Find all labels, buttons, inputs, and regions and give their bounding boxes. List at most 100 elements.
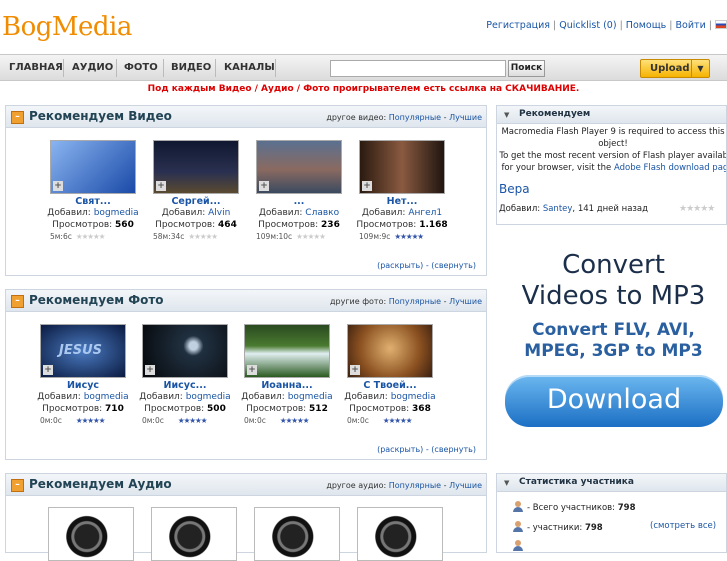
- added-by-label: Добавил:: [139, 392, 183, 402]
- photo-thumbnail[interactable]: +: [142, 324, 228, 378]
- side-item-title[interactable]: Вера: [499, 182, 530, 196]
- see-all-link[interactable]: (смотреть все): [650, 521, 716, 531]
- add-icon[interactable]: +: [247, 365, 257, 375]
- user-link[interactable]: bogmedia: [186, 392, 231, 402]
- upload-button[interactable]: Upload ▼: [640, 59, 710, 78]
- duration: 0м:0с: [244, 416, 266, 425]
- video-title[interactable]: Свят...: [43, 196, 143, 207]
- video-thumbnail[interactable]: +: [359, 140, 445, 194]
- help-link[interactable]: Помощь: [626, 20, 666, 31]
- collapse-icon[interactable]: –: [11, 479, 24, 492]
- search-input[interactable]: [330, 60, 506, 77]
- video-title[interactable]: ...: [249, 196, 349, 207]
- video-card: + Нет... Добавил: Ангел1 Просмотров: 1.1…: [352, 140, 452, 242]
- user-link[interactable]: Alvin: [208, 208, 230, 218]
- main-nav: ГЛАВНАЯ АУДИО ФОТО ВИДЕО КАНАЛЫ Поиск Up…: [0, 54, 727, 81]
- video-card: + ... Добавил: Славко Просмотров: 236 10…: [249, 140, 349, 242]
- speaker-icon[interactable]: [254, 507, 340, 561]
- speaker-icon[interactable]: [357, 507, 443, 561]
- rating-stars: ★★★★★: [177, 416, 208, 425]
- time-ago: , 141 дней назад: [572, 204, 649, 214]
- nav-item-photo[interactable]: ФОТО: [124, 55, 158, 82]
- add-icon[interactable]: +: [350, 365, 360, 375]
- views-count: 368: [412, 404, 431, 414]
- add-icon[interactable]: +: [156, 181, 166, 191]
- added-by-label: Добавил:: [361, 208, 406, 218]
- collapse-link[interactable]: (свернуть): [431, 261, 476, 270]
- separator: -: [441, 113, 450, 122]
- search-button[interactable]: Поиск: [508, 60, 545, 77]
- nav-item-home[interactable]: ГЛАВНАЯ: [9, 55, 63, 82]
- user-link[interactable]: bogmedia: [288, 392, 333, 402]
- expand-link[interactable]: (раскрыть): [377, 445, 423, 454]
- register-link[interactable]: Регистрация: [486, 20, 550, 31]
- panel-toggle: (раскрыть) - (свернуть): [377, 445, 476, 454]
- collapse-icon[interactable]: –: [11, 295, 24, 308]
- best-link[interactable]: Лучшие: [449, 113, 482, 122]
- ad-headline: Videos to MP3: [521, 281, 706, 311]
- quicklist-link[interactable]: Quicklist (0): [559, 20, 616, 31]
- photo-title[interactable]: Иисус...: [135, 380, 235, 391]
- russian-flag-icon[interactable]: [715, 20, 727, 29]
- rating-stars: ★★★★★: [75, 232, 106, 241]
- photo-title[interactable]: С Твоей...: [340, 380, 440, 391]
- user-link[interactable]: Ангел1: [408, 208, 442, 218]
- download-button[interactable]: Download: [505, 375, 723, 427]
- duration: 5м:6с: [50, 232, 72, 241]
- triangle-down-icon[interactable]: ▼: [504, 479, 509, 487]
- photo-title[interactable]: Иоанна...: [237, 380, 337, 391]
- popular-link[interactable]: Популярные: [389, 297, 441, 306]
- chevron-down-icon[interactable]: ▼: [691, 60, 709, 77]
- video-thumbnail[interactable]: +: [50, 140, 136, 194]
- photo-thumbnail[interactable]: +: [347, 324, 433, 378]
- add-icon[interactable]: +: [362, 181, 372, 191]
- added-by: Добавил: Ангел1: [352, 207, 452, 219]
- video-thumbnail[interactable]: +: [153, 140, 239, 194]
- separator: |: [705, 20, 715, 31]
- photo-title[interactable]: Иисус: [33, 380, 133, 391]
- advertisement-banner[interactable]: Convert Videos to MP3 Convert FLV, AVI, …: [500, 240, 727, 440]
- flash-instruction: To get the most recent version of Flash …: [497, 150, 726, 174]
- added-by: Добавил: bogmedia: [135, 391, 235, 403]
- photo-thumbnail[interactable]: JESUS +: [40, 324, 126, 378]
- sidebar-header: ▼ Рекомендуем: [497, 106, 726, 124]
- adobe-download-link[interactable]: Adobe Flash download page: [614, 163, 726, 173]
- best-link[interactable]: Лучшие: [449, 481, 482, 490]
- video-thumbnail[interactable]: +: [256, 140, 342, 194]
- added-by: Добавил: bogmedia: [33, 391, 133, 403]
- nav-divider: [116, 59, 117, 77]
- expand-link[interactable]: (раскрыть): [377, 261, 423, 270]
- best-link[interactable]: Лучшие: [449, 297, 482, 306]
- separator: -: [441, 481, 450, 490]
- photo-thumbnail[interactable]: +: [244, 324, 330, 378]
- panel-header: – Рекомендуем Видео другое видео: Популя…: [6, 106, 486, 128]
- user-link[interactable]: bogmedia: [391, 392, 436, 402]
- nav-item-video[interactable]: ВИДЕО: [171, 55, 211, 82]
- video-title[interactable]: Нет...: [352, 196, 452, 207]
- photo-card: + Иоанна... Добавил: bogmedia Просмотров…: [237, 324, 337, 426]
- speaker-icon[interactable]: [48, 507, 134, 561]
- add-icon[interactable]: +: [43, 365, 53, 375]
- site-logo[interactable]: BogMedia: [2, 12, 132, 42]
- user-link[interactable]: bogmedia: [84, 392, 129, 402]
- video-title[interactable]: Сергей...: [146, 196, 246, 207]
- collapse-icon[interactable]: –: [11, 111, 24, 124]
- user-link[interactable]: bogmedia: [94, 208, 139, 218]
- triangle-down-icon[interactable]: ▼: [504, 111, 509, 119]
- sidebar-header: ▼ Статистика участника: [497, 474, 726, 492]
- separator: |: [616, 20, 626, 31]
- add-icon[interactable]: +: [145, 365, 155, 375]
- user-link[interactable]: Santey: [543, 204, 573, 214]
- duration: 109м:10с: [256, 232, 293, 241]
- speaker-icon[interactable]: [151, 507, 237, 561]
- collapse-link[interactable]: (свернуть): [431, 445, 476, 454]
- nav-item-channels[interactable]: КАНАЛЫ: [224, 55, 275, 82]
- add-icon[interactable]: +: [259, 181, 269, 191]
- popular-link[interactable]: Популярные: [389, 113, 441, 122]
- nav-item-audio[interactable]: АУДИО: [72, 55, 113, 82]
- login-link[interactable]: Войти: [676, 20, 706, 31]
- add-icon[interactable]: +: [53, 181, 63, 191]
- user-link[interactable]: Славко: [305, 208, 339, 218]
- popular-link[interactable]: Популярные: [389, 481, 441, 490]
- other-label: другое видео:: [326, 113, 387, 122]
